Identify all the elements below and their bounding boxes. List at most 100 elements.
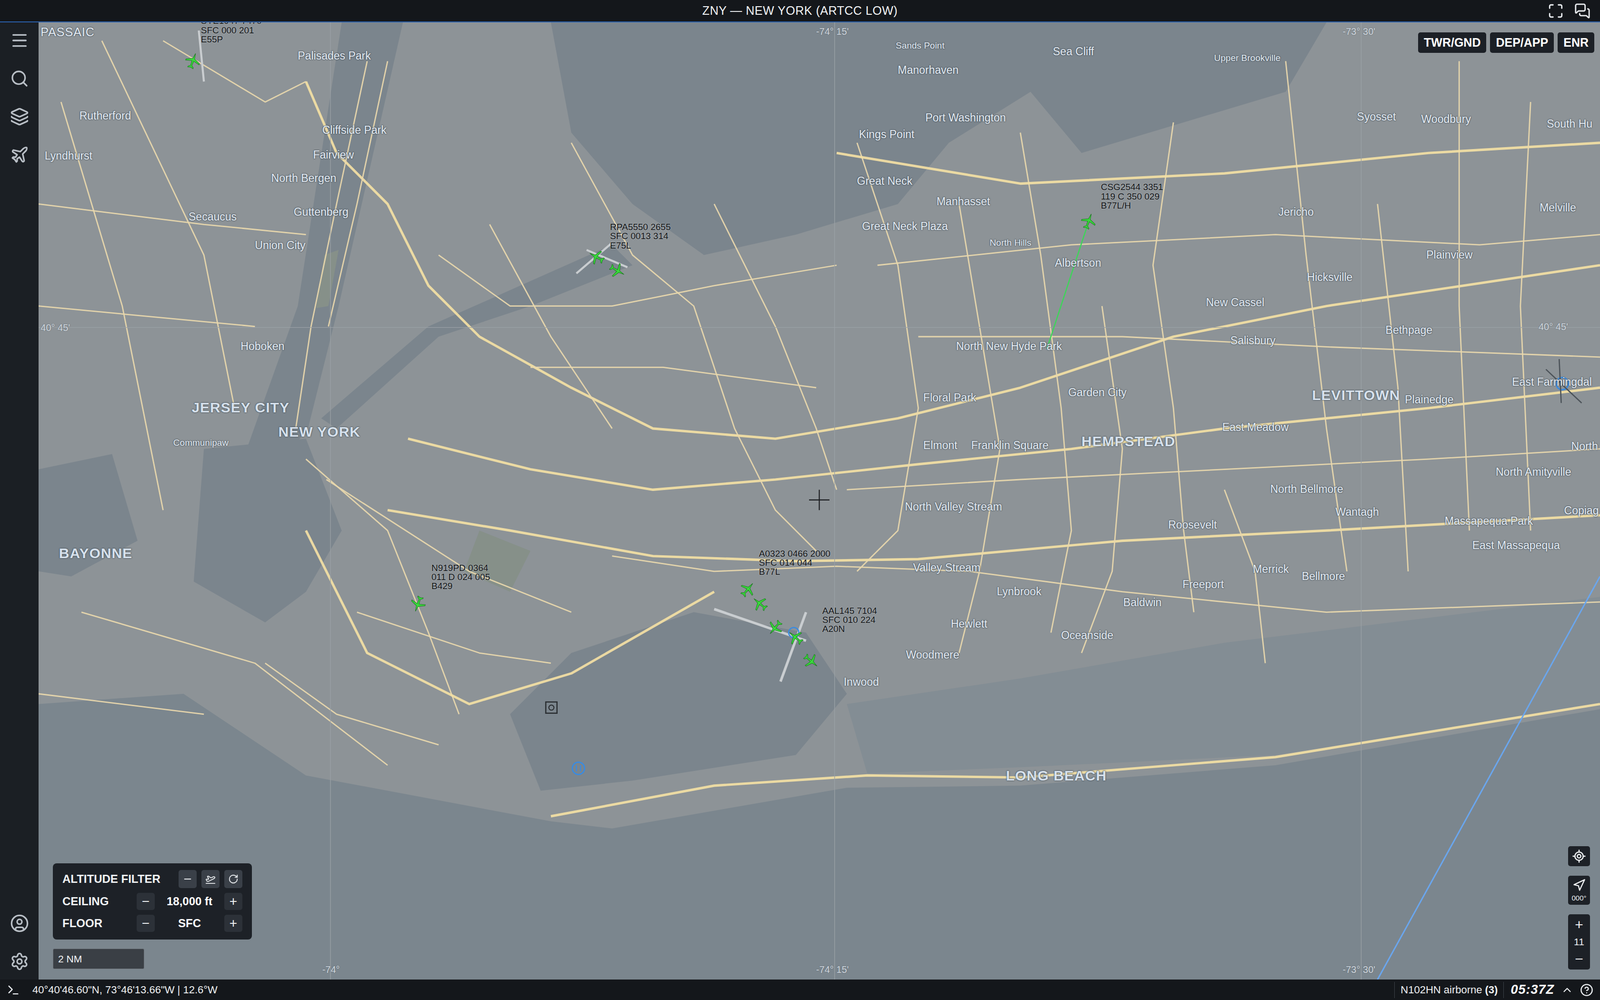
place-label: Manorhaven xyxy=(897,64,959,77)
place-label: Baldwin xyxy=(1123,597,1162,610)
place-label: Manhasset xyxy=(936,195,991,208)
place-label: JERSEY CITY xyxy=(191,399,290,415)
place-label: Port Washington xyxy=(925,112,1006,125)
place-label: New Cassel xyxy=(1205,297,1265,310)
compass-button[interactable]: 000° xyxy=(1568,875,1590,905)
road xyxy=(530,367,817,388)
plane-icon[interactable] xyxy=(10,145,30,165)
layers-button[interactable] xyxy=(10,107,30,127)
menu-button[interactable] xyxy=(10,30,30,50)
facility-tab[interactable]: DEP/APP xyxy=(1490,32,1554,53)
minimize-icon[interactable] xyxy=(182,873,193,885)
long-island-sound xyxy=(550,22,1327,256)
settings-button[interactable] xyxy=(10,951,30,971)
road xyxy=(306,81,1600,439)
increment-button[interactable]: + xyxy=(224,914,243,932)
grid-line xyxy=(834,22,835,980)
navaid-marker xyxy=(549,705,555,711)
heliport-marker[interactable] xyxy=(572,762,585,775)
place-label: Upper Brookville xyxy=(1214,53,1281,64)
place-label: North Bellmore xyxy=(1270,483,1343,496)
heliport-marker xyxy=(580,765,581,772)
data-block-line: SFC 010 224 xyxy=(822,615,878,625)
takeoff-icon[interactable] xyxy=(205,873,216,885)
zoom-in-button[interactable]: + xyxy=(1570,916,1588,934)
grid-line xyxy=(1360,22,1362,980)
aircraft-data-block[interactable]: SYE1947 7470SFC 000 201E55P xyxy=(200,22,262,44)
road xyxy=(1020,132,1072,633)
road xyxy=(38,306,255,327)
locate-button[interactable] xyxy=(1568,846,1590,867)
altitude-filter: ALTITUDE FILTERCEILING−18,000 ft+FLOOR−S… xyxy=(52,863,252,940)
layers-icon[interactable] xyxy=(10,107,30,127)
place-label: Woodmere xyxy=(905,649,960,661)
place-label: Lyndhurst xyxy=(44,150,93,162)
profile-button[interactable] xyxy=(10,913,30,933)
place-label: Union City xyxy=(254,240,306,252)
grid-label: -73° 30' xyxy=(1342,26,1376,38)
data-block-line: RPA5550 2655 xyxy=(610,222,671,232)
road xyxy=(846,449,1600,490)
terminal-icon[interactable] xyxy=(6,983,20,997)
scale-indicator: 2 NM xyxy=(52,948,145,970)
decrement-button[interactable]: − xyxy=(136,914,155,932)
route-line xyxy=(1377,576,1600,980)
east-river xyxy=(321,244,633,429)
tracking-status[interactable]: N102HN airborne(3) xyxy=(1394,981,1504,999)
app-window: ZNY — NEW YORK (ARTCC LOW)PASSAICPalisad… xyxy=(0,0,1600,1000)
menu-icon[interactable] xyxy=(10,30,30,50)
runway xyxy=(780,612,807,682)
place-label: East Massapequa xyxy=(1472,540,1560,552)
place-label: Great Neck xyxy=(857,175,913,188)
data-block-line: B77L/H xyxy=(1100,200,1164,210)
refresh-icon[interactable] xyxy=(228,873,239,885)
user-icon[interactable] xyxy=(10,913,30,933)
place-label: Hicksville xyxy=(1307,271,1353,284)
place-label: Plainview xyxy=(1426,249,1473,261)
grid-label: 40° 45' xyxy=(40,321,70,333)
road xyxy=(1459,60,1470,531)
decrement-button[interactable]: − xyxy=(136,892,155,910)
reset-button[interactable] xyxy=(224,870,243,889)
fullscreen-icon[interactable] xyxy=(1547,2,1564,20)
map-base[interactable] xyxy=(38,22,1600,980)
increment-button[interactable]: + xyxy=(224,892,243,910)
gear-icon[interactable] xyxy=(10,951,30,971)
zoom-out-button[interactable]: − xyxy=(1570,950,1588,968)
facility-tab[interactable]: TWR/GND xyxy=(1418,32,1487,53)
place-label: Plainedge xyxy=(1404,393,1454,406)
search-icon[interactable] xyxy=(10,69,30,89)
place-label: Hewlett xyxy=(950,618,988,631)
road xyxy=(1081,306,1123,654)
upper-bay xyxy=(193,438,342,623)
place-label: Great Neck Plaza xyxy=(861,220,948,233)
floor-label: FLOOR xyxy=(62,916,134,930)
search-button[interactable] xyxy=(10,69,30,89)
north-arrow-icon[interactable] xyxy=(1572,878,1586,892)
facility-tab[interactable]: ENR xyxy=(1557,32,1595,53)
map-view[interactable]: PASSAICPalisades ParkRutherfordCliffside… xyxy=(38,22,1600,980)
road xyxy=(1224,489,1266,663)
aircraft-data-block[interactable]: A0323 0466 2000SFC 014 044B77L xyxy=(759,549,831,577)
aircraft-data-block[interactable]: AAL145 7104SFC 010 224A20N xyxy=(822,606,878,634)
chat-icon[interactable] xyxy=(1574,2,1591,20)
aircraft-data-block[interactable]: N919PD 0364011 D 024 005B429 xyxy=(431,563,490,591)
chevron-up-icon[interactable] xyxy=(1560,983,1574,997)
data-block-line: B429 xyxy=(431,581,490,591)
grid-line xyxy=(38,327,1600,328)
road xyxy=(550,703,1600,817)
aircraft-data-block[interactable]: CSG2544 3351119 C 350 029B77L/H xyxy=(1100,182,1164,210)
road xyxy=(162,40,306,103)
data-block-line: E75L xyxy=(610,240,671,250)
aircraft-filter-button[interactable] xyxy=(201,870,220,889)
aircraft-data-block[interactable]: RPA5550 2655SFC 0013 314E75L xyxy=(610,222,671,250)
place-label: Bellmore xyxy=(1301,570,1346,583)
locate-icon[interactable] xyxy=(1571,849,1587,864)
minimize-button[interactable] xyxy=(178,870,197,889)
data-block-line: 119 C 350 029 xyxy=(1100,191,1164,201)
heliport-marker xyxy=(575,765,577,772)
data-block-line: SFC 000 201 xyxy=(200,25,262,35)
help-icon[interactable] xyxy=(1580,983,1594,997)
flights-button[interactable] xyxy=(10,145,30,165)
navaid-marker[interactable] xyxy=(545,701,558,714)
